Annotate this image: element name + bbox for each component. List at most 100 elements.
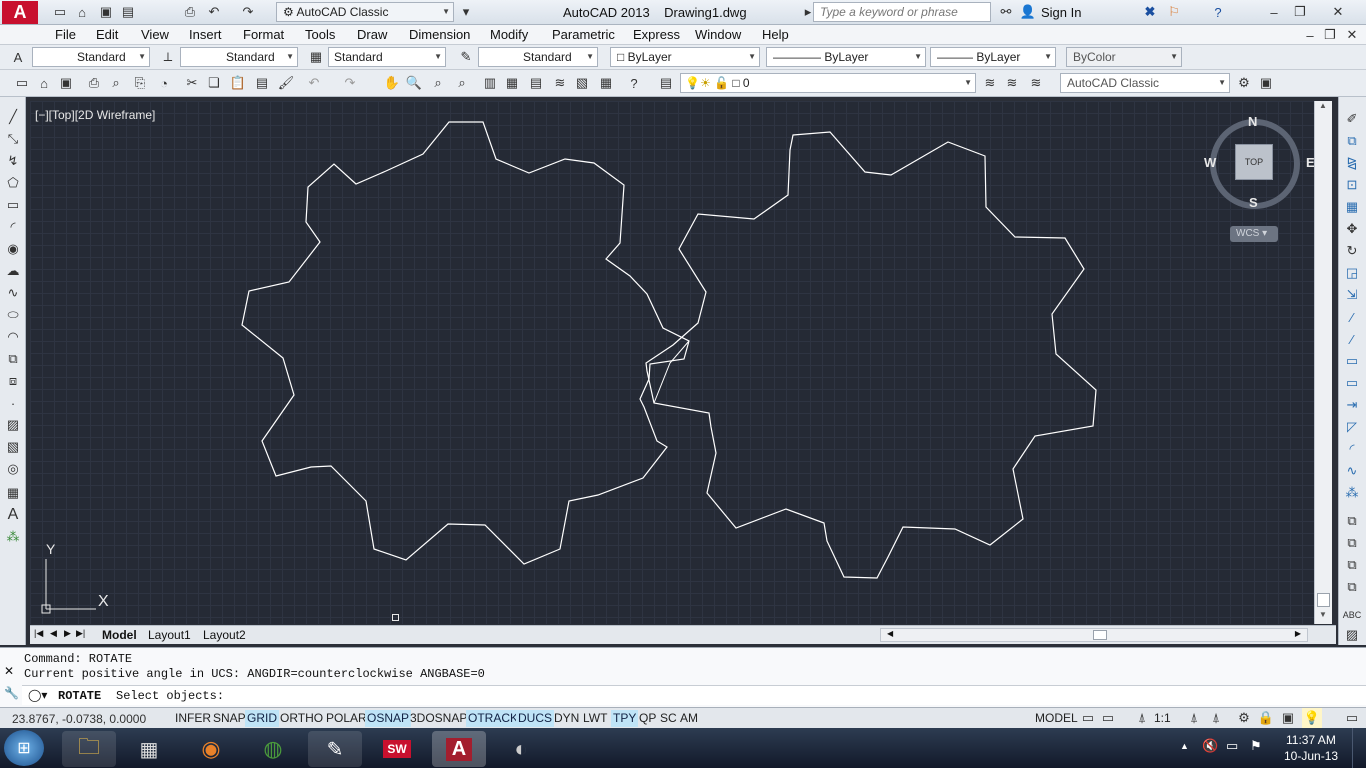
tool-palettes-icon[interactable]: ▤ [526,73,546,93]
blend-curves-icon[interactable]: ∿ [1342,461,1362,481]
network-icon[interactable]: ▭ [1226,738,1238,754]
toggle-otrack[interactable]: OTRACK [466,710,521,727]
scroll-thumb[interactable] [1317,593,1330,607]
hatch-back-icon[interactable]: ▨ [1342,625,1362,645]
insert-block-icon[interactable]: ⧉ [3,349,23,369]
point-icon[interactable]: · [3,393,23,413]
circle-icon[interactable]: ◉ [3,239,23,259]
join-icon[interactable]: ⇥ [1342,395,1362,415]
scroll-right-icon[interactable]: ▶ [1295,629,1301,638]
clean-screen-icon[interactable]: ▭ [1342,708,1362,728]
sheet-set-icon[interactable]: ≋ [550,73,570,93]
mleader-style-dropdown[interactable]: Standard ▼ [478,47,598,67]
arc-icon[interactable]: ◜ [3,217,23,237]
auto-scale-icon[interactable]: ⍋ [1206,708,1226,728]
save-as-icon[interactable]: ▤ [118,2,138,22]
menu-modify[interactable]: Modify [490,27,528,42]
toggle-infer[interactable]: INFER [173,710,213,727]
clock-date[interactable]: 10-Jun-13 [1284,749,1338,763]
workspace-dropdown[interactable]: ⚙ AutoCAD Classic ▼ [276,2,454,22]
toggle-osnap[interactable]: OSNAP [365,710,412,727]
mirror-icon[interactable]: ⧎ [1342,153,1362,173]
match-properties-icon[interactable]: 🖌 [276,73,296,93]
layer-previous-icon[interactable]: ≋ [1002,73,1022,93]
drawing-canvas[interactable]: [−][Top][2D Wireframe] Y X TOP N S W E W… [30,101,1315,624]
tab-first-icon[interactable]: |◀ [34,628,43,639]
customize-icon[interactable]: ▾ [456,2,476,22]
chamfer-icon[interactable]: ◸ [1342,417,1362,437]
file-explorer-icon[interactable]: 🗀 [62,731,116,767]
paste-block-icon[interactable]: ▤ [252,73,272,93]
scroll-up-icon[interactable]: ▲ [1319,101,1327,110]
table-style-dropdown[interactable]: Standard ▼ [328,47,446,67]
rectangle-icon[interactable]: ▭ [3,195,23,215]
menu-edit[interactable]: Edit [96,27,118,42]
menu-format[interactable]: Format [243,27,284,42]
plot-icon[interactable]: ⎙ [180,2,200,22]
toggle-ducs[interactable]: DUCS [516,710,555,727]
copy-object-icon[interactable]: ⧉ [1342,131,1362,151]
workspace-toolbar-dropdown[interactable]: AutoCAD Classic ▼ [1060,73,1230,93]
toggle-ortho[interactable]: ORTHO [278,710,325,727]
tab-layout1[interactable]: Layout1 [148,628,191,642]
move-icon[interactable]: ✥ [1342,219,1362,239]
undo-icon[interactable]: ↶ [304,73,324,93]
autocad-logo-icon[interactable]: A [2,1,38,24]
properties-icon[interactable]: ▥ [480,73,500,93]
annotation-visibility-icon[interactable]: ⍋ [1184,708,1204,728]
scale-icon[interactable]: ◲ [1342,263,1362,283]
save-icon[interactable]: ▣ [56,73,76,93]
table-icon[interactable]: ▦ [3,483,23,503]
polygon-icon[interactable]: ⬠ [3,173,23,193]
plot-preview-icon[interactable]: ⌕ [106,73,126,93]
binoculars-icon[interactable]: ⚯ [996,2,1016,22]
text-style-dropdown[interactable]: Standard ▼ [32,47,150,67]
tab-layout2[interactable]: Layout2 [203,628,246,642]
sign-in-button[interactable]: Sign In [1041,5,1081,20]
doc-close-icon[interactable]: ✕ [1342,25,1362,45]
toggle-grid[interactable]: GRID [245,710,279,727]
explode-icon[interactable]: ⁂ [1342,483,1362,503]
help-icon[interactable]: ? [624,73,644,93]
open-icon[interactable]: ⌂ [34,73,54,93]
toggle-polar[interactable]: POLAR [324,710,369,727]
toggle-lwt[interactable]: LWT [581,710,609,727]
open-icon[interactable]: ⌂ [72,2,92,22]
lock-ui-icon[interactable]: 🔒 [1256,708,1276,728]
isolate-objects-icon[interactable]: 💡 [1302,708,1322,728]
hatch-icon[interactable]: ▨ [3,415,23,435]
user-icon[interactable]: 👤 [1018,2,1038,22]
menu-insert[interactable]: Insert [189,27,222,42]
hscroll-thumb[interactable] [1093,630,1107,640]
erase-icon[interactable]: ✐ [1342,109,1362,129]
doc-restore-icon[interactable]: ❐ [1320,25,1340,45]
tray-expand-icon[interactable]: ▲ [1180,741,1189,751]
exchange-icon[interactable]: ✖ [1140,2,1160,22]
maximize-icon[interactable]: ❐ [1290,2,1310,22]
workspace-switching-icon[interactable]: ⚙ [1234,708,1254,728]
markup-icon[interactable]: ▧ [572,73,592,93]
spline-icon[interactable]: ∿ [3,283,23,303]
layer-walk-icon[interactable]: ≋ [1026,73,1046,93]
bring-to-front-icon[interactable]: ⧉ [1342,533,1362,553]
3d-dwf-icon[interactable]: ◔ [154,73,174,93]
plot-style-dropdown[interactable]: ByColor ▼ [1066,47,1182,67]
clean-screen-icon[interactable]: ▣ [1256,73,1276,93]
model-space-button[interactable]: MODEL [1033,710,1080,727]
pan-icon[interactable]: ✋ [382,73,402,93]
compass-west[interactable]: W [1204,155,1216,170]
command-settings-icon[interactable]: 🔧 [4,686,19,700]
quick-view-layouts-icon[interactable]: ▭ [1078,708,1098,728]
menu-draw[interactable]: Draw [357,27,387,42]
volume-icon[interactable]: 🔇 [1202,738,1218,754]
array-icon[interactable]: ▦ [1342,197,1362,217]
trim-icon[interactable]: ⁄ [1342,307,1362,327]
polyline-icon[interactable]: ↯ [3,151,23,171]
ellipse-icon[interactable]: ⬭ [3,305,23,325]
bring-above-icon[interactable]: ⧉ [1342,577,1362,597]
region-icon[interactable]: ◎ [3,459,23,479]
zoom-previous-icon[interactable]: ⌕ [452,73,472,93]
show-desktop-button[interactable] [1352,728,1366,768]
stretch-icon[interactable]: ⇲ [1342,285,1362,305]
toggle-dyn[interactable]: DYN [552,710,581,727]
